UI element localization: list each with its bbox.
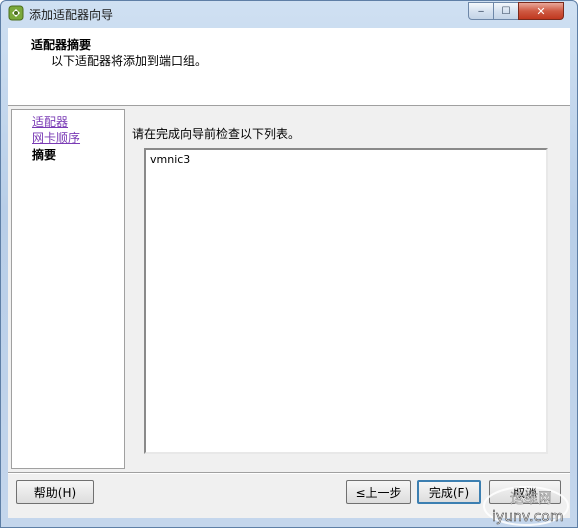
nav-step-nic-order[interactable]: 网卡顺序 — [32, 129, 80, 146]
maximize-button[interactable]: ☐ — [493, 2, 519, 20]
wizard-step-nav: 适配器 网卡顺序 摘要 — [11, 109, 125, 469]
help-button[interactable]: 帮助(H) — [16, 480, 94, 504]
nav-step-summary: 摘要 — [32, 148, 57, 162]
footer-divider — [8, 472, 570, 474]
svg-text:iyunv.com: iyunv.com — [492, 509, 563, 525]
summary-listbox[interactable]: vmnic3 — [144, 148, 548, 454]
nav-step-adapters[interactable]: 适配器 — [32, 113, 68, 130]
page-subtitle: 以下适配器将添加到端口组。 — [51, 54, 208, 68]
finish-button[interactable]: 完成(F) — [417, 480, 481, 504]
app-icon — [8, 5, 24, 21]
window-title: 添加适配器向导 — [29, 8, 114, 22]
close-button[interactable]: ✕ — [518, 2, 564, 20]
list-item[interactable]: vmnic3 — [150, 153, 190, 166]
wizard-header: 适配器摘要 以下适配器将添加到端口组。 — [8, 28, 570, 106]
page-title: 适配器摘要 — [31, 38, 92, 52]
back-button[interactable]: ≤上一步 — [346, 480, 411, 504]
watermark-logo: 运维网 iyunv.com — [483, 486, 569, 526]
minimize-button[interactable]: ‒ — [468, 2, 494, 20]
wizard-client-area: 适配器摘要 以下适配器将添加到端口组。 适配器 网卡顺序 摘要 请在完成向导前检… — [8, 28, 570, 518]
instruction-text: 请在完成向导前检查以下列表。 — [132, 127, 301, 141]
close-icon: ✕ — [536, 4, 546, 18]
svg-text:运维网: 运维网 — [510, 491, 552, 507]
minimize-icon: ‒ — [477, 5, 485, 17]
title-bar[interactable]: 添加适配器向导 ‒ ☐ ✕ — [1, 1, 577, 27]
wizard-window: 添加适配器向导 ‒ ☐ ✕ 适配器摘要 以下适配器将添加到端口组。 适配器 网卡… — [0, 0, 578, 528]
maximize-icon: ☐ — [501, 5, 511, 17]
